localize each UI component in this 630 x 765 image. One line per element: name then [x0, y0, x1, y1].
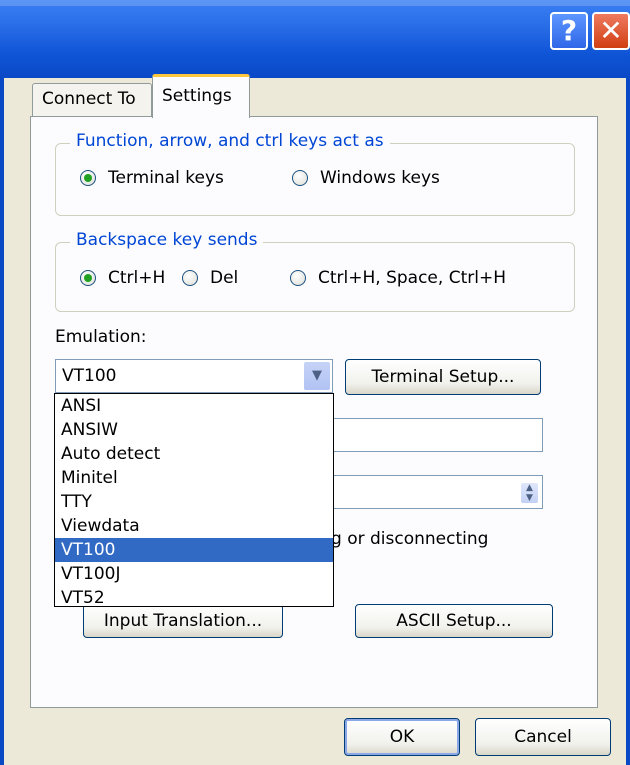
tab-connect-to[interactable]: Connect To [32, 83, 152, 117]
emulation-selected-value: VT100 [62, 366, 117, 386]
backspace-groupbox: Backspace key sends Ctrl+H Del Ctrl+H, S… [55, 230, 575, 312]
spin-updown-icon[interactable]: ▲ ▼ [521, 483, 538, 503]
title-bar: ? ✕ [0, 0, 630, 78]
dropdown-option-viewdata[interactable]: Viewdata [55, 514, 333, 538]
radio-label: Ctrl+H [108, 268, 166, 288]
emulation-dropdown-list: ANSI ANSIW Auto detect Minitel TTY Viewd… [54, 393, 334, 610]
button-label: ASCII Setup... [396, 611, 512, 631]
question-mark-icon: ? [560, 14, 578, 47]
radio-windows-keys[interactable]: Windows keys [292, 168, 440, 188]
radio-label: Ctrl+H, Space, Ctrl+H [318, 268, 506, 288]
terminal-setup-button[interactable]: Terminal Setup... [345, 359, 541, 395]
radio-unchecked-icon [290, 270, 306, 286]
dropdown-option-vt52[interactable]: VT52 [55, 586, 333, 610]
radio-del[interactable]: Del [182, 268, 238, 288]
radio-label: Del [210, 268, 239, 288]
dropdown-option-ansiw[interactable]: ANSIW [55, 418, 333, 442]
tab-label: Settings [162, 86, 232, 106]
dropdown-option-ansi[interactable]: ANSI [55, 394, 333, 418]
backspace-legend: Backspace key sends [70, 230, 264, 250]
function-keys-groupbox: Function, arrow, and ctrl keys act as Te… [55, 131, 575, 216]
dropdown-option-minitel[interactable]: Minitel [55, 466, 333, 490]
tab-settings[interactable]: Settings [152, 74, 250, 118]
radio-unchecked-icon [182, 270, 198, 286]
button-label: OK [389, 727, 415, 747]
radio-label: Terminal keys [108, 168, 224, 188]
radio-ctrl-h-space[interactable]: Ctrl+H, Space, Ctrl+H [290, 268, 506, 288]
dropdown-option-auto-detect[interactable]: Auto detect [55, 442, 333, 466]
help-button[interactable]: ? [550, 12, 588, 50]
close-button[interactable]: ✕ [592, 12, 630, 50]
radio-checked-icon [80, 270, 96, 286]
disconnect-option-label: g or disconnecting [331, 529, 489, 549]
radio-unchecked-icon [292, 170, 308, 186]
radio-label: Windows keys [320, 168, 440, 188]
cancel-button[interactable]: Cancel [475, 718, 611, 756]
radio-checked-icon [80, 170, 96, 186]
dropdown-option-tty[interactable]: TTY [55, 490, 333, 514]
dropdown-option-vt100j[interactable]: VT100J [55, 562, 333, 586]
function-keys-legend: Function, arrow, and ctrl keys act as [70, 131, 390, 151]
radio-ctrl-h[interactable]: Ctrl+H [80, 268, 165, 288]
button-label: Cancel [514, 727, 572, 747]
emulation-label: Emulation: [55, 327, 147, 347]
ok-button[interactable]: OK [344, 718, 460, 756]
button-label: Terminal Setup... [371, 367, 515, 387]
emulation-select[interactable]: VT100 ▼ [55, 359, 333, 393]
ascii-setup-button[interactable]: ASCII Setup... [355, 604, 553, 638]
dropdown-option-vt100[interactable]: VT100 [55, 538, 333, 562]
close-icon: ✕ [599, 14, 623, 47]
chevron-down-icon[interactable]: ▼ [304, 362, 330, 390]
tab-label: Connect To [42, 89, 136, 109]
button-label: Input Translation... [103, 611, 263, 631]
radio-terminal-keys[interactable]: Terminal keys [80, 168, 224, 188]
